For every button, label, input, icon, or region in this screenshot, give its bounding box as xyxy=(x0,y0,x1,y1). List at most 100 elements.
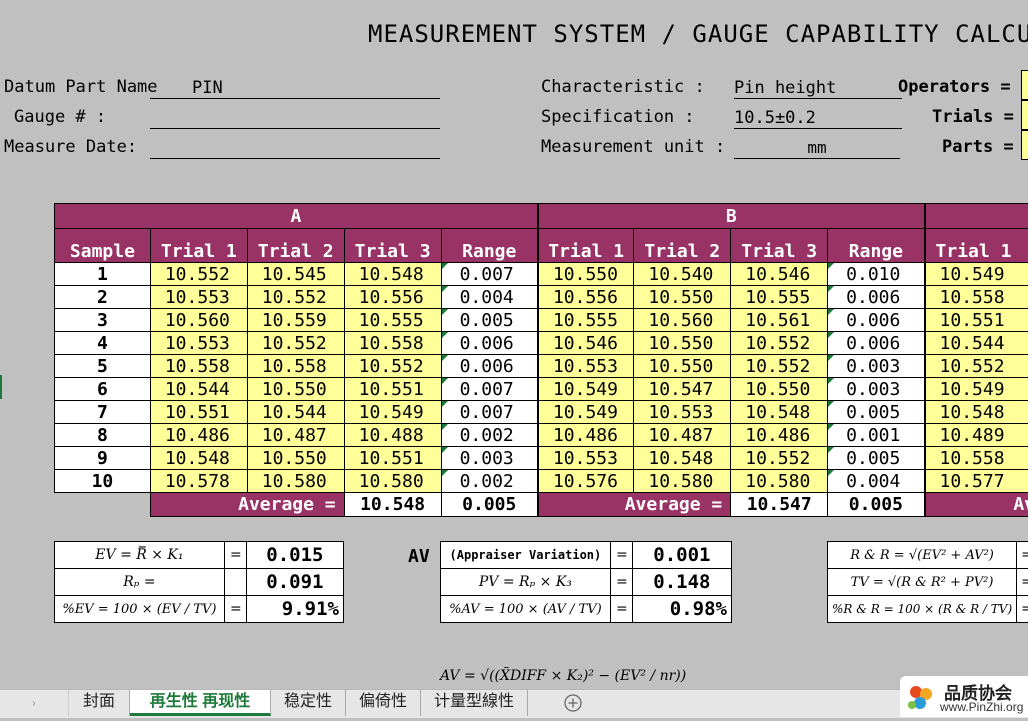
ev-value[interactable]: 0.015 xyxy=(246,542,343,569)
cell-b-trial2[interactable]: 10.487 xyxy=(634,424,731,447)
cell-a-trial3[interactable]: 10.551 xyxy=(344,378,441,401)
cell-b-trial2[interactable]: 10.540 xyxy=(634,263,731,286)
tab-stability[interactable]: 稳定性 xyxy=(271,690,346,716)
pev-value[interactable]: 9.91% xyxy=(246,596,343,623)
cell-b-range[interactable]: 0.005 xyxy=(828,401,925,424)
cell-a-trial2[interactable]: 10.580 xyxy=(247,470,344,493)
specification-field[interactable]: 10.5±0.2 xyxy=(734,108,902,129)
cell-a-trial1[interactable]: 10.558 xyxy=(150,355,247,378)
cell-b-trial3[interactable]: 10.552 xyxy=(731,447,828,470)
rp-value[interactable]: 0.091 xyxy=(246,569,343,596)
cell-b-trial2[interactable]: 10.548 xyxy=(634,447,731,470)
cell-c-trial1[interactable]: 10.489 xyxy=(925,424,1028,447)
cell-a-range[interactable]: 0.002 xyxy=(441,424,538,447)
cell-b-trial1[interactable]: 10.486 xyxy=(538,424,634,447)
characteristic-field[interactable]: Pin height xyxy=(734,78,902,99)
cell-b-trial2[interactable]: 10.560 xyxy=(634,309,731,332)
cell-b-trial3[interactable]: 10.486 xyxy=(731,424,828,447)
cell-a-range[interactable]: 0.002 xyxy=(441,470,538,493)
cell-a-trial3[interactable]: 10.580 xyxy=(344,470,441,493)
cell-b-trial2[interactable]: 10.547 xyxy=(634,378,731,401)
cell-a-trial3[interactable]: 10.488 xyxy=(344,424,441,447)
operators-input[interactable] xyxy=(1021,70,1028,100)
cell-a-range[interactable]: 0.007 xyxy=(441,378,538,401)
cell-a-range[interactable]: 0.003 xyxy=(441,447,538,470)
parts-input[interactable] xyxy=(1021,130,1028,160)
cell-a-trial1[interactable]: 10.551 xyxy=(150,401,247,424)
avg-value-a[interactable]: 10.548 xyxy=(344,493,441,517)
cell-c-trial1[interactable]: 10.544 xyxy=(925,332,1028,355)
cell-b-trial2[interactable]: 10.550 xyxy=(634,286,731,309)
tab-grr[interactable]: 再生性 再现性 xyxy=(130,690,271,716)
cell-a-range[interactable]: 0.005 xyxy=(441,309,538,332)
cell-c-trial1[interactable]: 10.549 xyxy=(925,263,1028,286)
cell-b-trial2[interactable]: 10.553 xyxy=(634,401,731,424)
cell-b-trial2[interactable]: 10.550 xyxy=(634,332,731,355)
cell-b-trial3[interactable]: 10.580 xyxy=(731,470,828,493)
cell-b-trial1[interactable]: 10.576 xyxy=(538,470,634,493)
cell-a-trial1[interactable]: 10.552 xyxy=(150,263,247,286)
cell-a-trial3[interactable]: 10.549 xyxy=(344,401,441,424)
cell-a-trial2[interactable]: 10.544 xyxy=(247,401,344,424)
cell-b-trial1[interactable]: 10.553 xyxy=(538,447,634,470)
datum-part-field[interactable]: PIN xyxy=(150,78,440,99)
measurement-unit-field[interactable]: mm xyxy=(734,138,900,159)
cell-b-range[interactable]: 0.010 xyxy=(828,263,925,286)
cell-a-trial3[interactable]: 10.551 xyxy=(344,447,441,470)
cell-b-trial3[interactable]: 10.555 xyxy=(731,286,828,309)
cell-a-trial3[interactable]: 10.548 xyxy=(344,263,441,286)
cell-a-trial1[interactable]: 10.548 xyxy=(150,447,247,470)
cell-b-trial1[interactable]: 10.555 xyxy=(538,309,634,332)
cell-b-trial2[interactable]: 10.580 xyxy=(634,470,731,493)
cell-a-trial1[interactable]: 10.544 xyxy=(150,378,247,401)
av-value[interactable]: 0.001 xyxy=(632,542,731,569)
cell-c-trial1[interactable]: 10.558 xyxy=(925,447,1028,470)
cell-b-trial3[interactable]: 10.548 xyxy=(731,401,828,424)
cell-b-trial1[interactable]: 10.546 xyxy=(538,332,634,355)
cell-a-range[interactable]: 0.007 xyxy=(441,263,538,286)
avg-range-b[interactable]: 0.005 xyxy=(828,493,925,517)
cell-b-trial1[interactable]: 10.553 xyxy=(538,355,634,378)
cell-b-range[interactable]: 0.003 xyxy=(828,355,925,378)
cell-a-range[interactable]: 0.006 xyxy=(441,355,538,378)
cell-b-range[interactable]: 0.004 xyxy=(828,470,925,493)
cell-b-range[interactable]: 0.001 xyxy=(828,424,925,447)
cell-b-trial3[interactable]: 10.550 xyxy=(731,378,828,401)
cell-b-trial1[interactable]: 10.550 xyxy=(538,263,634,286)
tab-linearity[interactable]: 计量型線性 xyxy=(421,690,528,716)
cell-a-range[interactable]: 0.006 xyxy=(441,332,538,355)
cell-b-range[interactable]: 0.006 xyxy=(828,309,925,332)
cell-b-trial1[interactable]: 10.549 xyxy=(538,378,634,401)
cell-a-trial1[interactable]: 10.553 xyxy=(150,286,247,309)
pav-value[interactable]: 0.98% xyxy=(632,596,731,623)
trials-input[interactable] xyxy=(1021,100,1028,130)
avg-value-b[interactable]: 10.547 xyxy=(731,493,828,517)
cell-b-range[interactable]: 0.006 xyxy=(828,332,925,355)
tab-scroll-left[interactable]: › xyxy=(0,690,69,716)
cell-a-trial2[interactable]: 10.558 xyxy=(247,355,344,378)
cell-a-trial2[interactable]: 10.552 xyxy=(247,286,344,309)
cell-a-trial1[interactable]: 10.560 xyxy=(150,309,247,332)
tab-bias[interactable]: 偏倚性 xyxy=(346,690,421,716)
cell-a-trial2[interactable]: 10.552 xyxy=(247,332,344,355)
tab-cover[interactable]: 封面 xyxy=(69,690,130,716)
avg-range-a[interactable]: 0.005 xyxy=(441,493,538,517)
add-sheet-button[interactable] xyxy=(558,690,588,716)
cell-a-trial2[interactable]: 10.559 xyxy=(247,309,344,332)
cell-c-trial1[interactable]: 10.558 xyxy=(925,286,1028,309)
cell-b-trial3[interactable]: 10.546 xyxy=(731,263,828,286)
cell-b-trial3[interactable]: 10.561 xyxy=(731,309,828,332)
gauge-field[interactable] xyxy=(150,108,440,129)
cell-c-trial1[interactable]: 10.551 xyxy=(925,309,1028,332)
cell-c-trial1[interactable]: 10.548 xyxy=(925,401,1028,424)
cell-b-range[interactable]: 0.005 xyxy=(828,447,925,470)
cell-a-range[interactable]: 0.004 xyxy=(441,286,538,309)
cell-a-trial2[interactable]: 10.550 xyxy=(247,378,344,401)
cell-b-range[interactable]: 0.003 xyxy=(828,378,925,401)
cell-c-trial1[interactable]: 10.552 xyxy=(925,355,1028,378)
cell-b-trial1[interactable]: 10.556 xyxy=(538,286,634,309)
cell-a-range[interactable]: 0.007 xyxy=(441,401,538,424)
cell-a-trial3[interactable]: 10.552 xyxy=(344,355,441,378)
cell-a-trial3[interactable]: 10.555 xyxy=(344,309,441,332)
cell-a-trial3[interactable]: 10.556 xyxy=(344,286,441,309)
